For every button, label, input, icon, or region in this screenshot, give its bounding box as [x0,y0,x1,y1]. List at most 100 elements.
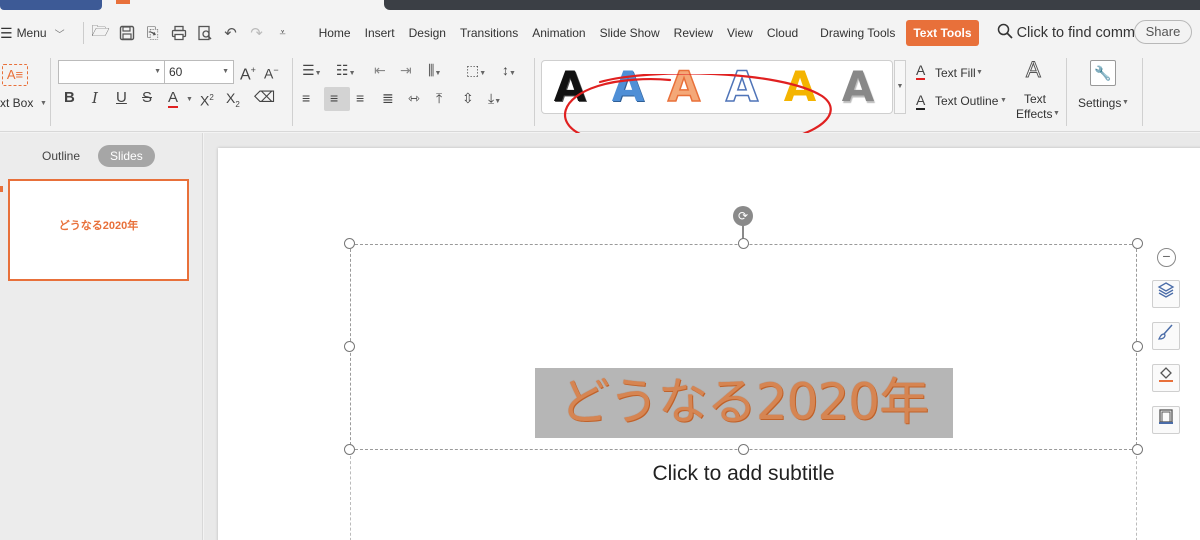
distribute-icon[interactable]: ⇿ [408,90,420,106]
tab-transitions[interactable]: Transitions [453,20,525,46]
slide-thumbnail[interactable]: どうなる2020年 [8,179,189,281]
wrench-icon: 🔧 [1090,60,1116,86]
ribbon-separator [50,58,51,126]
tab-home[interactable]: Home [312,20,358,46]
font-size-select[interactable]: 60 ▼ [164,60,234,84]
justify-icon[interactable]: ≣ [382,90,394,106]
quick-access-toolbar: 🗁 ⎘ ↶ ↷ ⩡ [82,22,292,44]
strikethrough-icon[interactable]: S [142,90,152,106]
font-name-select[interactable]: ▼ [58,60,166,84]
rotate-handle-stem [742,225,744,239]
text-fill-label: Text Fill [935,66,976,80]
columns-icon[interactable]: ⫼▼ [428,62,441,82]
customize-toolbar-icon[interactable]: ⩡ [274,24,292,42]
resize-handle-top-left[interactable] [344,238,355,249]
text-fill-icon: A [916,62,926,80]
grow-font-icon[interactable]: A+ [240,62,256,83]
tab-design[interactable]: Design [402,20,453,46]
tab-drawing-tools[interactable]: Drawing Tools [813,20,902,46]
tab-slide-show[interactable]: Slide Show [593,20,667,46]
tab-review[interactable]: Review [667,20,720,46]
wordart-style-gold[interactable]: A [776,61,824,113]
text-box-label: xt Box [0,96,34,110]
bold-icon[interactable]: B [64,90,75,106]
tab-slides[interactable]: Slides [98,145,155,167]
superscript-icon[interactable]: X2 [200,90,214,109]
text-direction-icon[interactable]: ⬚▼ [466,62,486,82]
wordart-style-orange-outline[interactable]: A [660,61,708,113]
slide-number-marker [0,186,3,192]
wordart-style-gray[interactable]: A [834,61,882,113]
window-title-strip [384,0,1200,10]
redo-icon[interactable]: ↷ [248,24,266,42]
resize-handle-left[interactable] [344,341,355,352]
layers-icon[interactable] [1152,280,1180,308]
collapse-toolbar-icon[interactable]: − [1157,248,1176,267]
resize-handle-top-right[interactable] [1132,238,1143,249]
tab-insert[interactable]: Insert [358,20,402,46]
line-spacing-icon[interactable]: ↕▼ [502,62,516,82]
resize-handle-bottom[interactable] [738,444,749,455]
font-color-icon[interactable]: A [168,90,179,108]
wordart-gallery-expand[interactable]: ▼ [894,60,906,114]
resize-handle-top[interactable] [738,238,749,249]
align-middle-icon[interactable]: ⇳ [462,90,474,106]
undo-icon[interactable]: ↶ [222,24,240,42]
decrease-indent-icon[interactable]: ⇤ [374,62,386,78]
align-center-icon[interactable]: ≡ [330,90,338,106]
chevron-down-icon[interactable]: ▼ [186,96,193,103]
print-icon[interactable] [170,24,188,42]
border-icon[interactable] [1152,406,1180,434]
increase-indent-icon[interactable]: ⇥ [400,62,412,78]
clear-formatting-icon[interactable]: ⌫ [254,90,275,106]
numbering-icon[interactable]: ☷▼ [336,62,356,82]
chevron-down-icon: ▼ [40,100,47,107]
resize-handle-bottom-right[interactable] [1132,444,1143,455]
tab-animation[interactable]: Animation [525,20,592,46]
ribbon-separator [534,58,535,126]
menu-button[interactable]: ☰ Menu ﹀ [0,19,71,47]
italic-icon[interactable]: I [92,90,98,106]
align-right-icon[interactable]: ≡ [356,90,364,106]
brush-icon[interactable] [1152,322,1180,350]
tab-outline[interactable]: Outline [34,145,88,167]
text-effects-label-1: Text [1024,92,1047,106]
wordart-style-white-outline[interactable]: A [718,61,766,113]
hamburger-icon: ☰ [0,24,13,41]
resize-handle-right[interactable] [1132,341,1143,352]
text-effects-icon: A [1026,57,1042,82]
text-outline-icon: A [916,92,926,110]
save-icon[interactable] [118,24,136,42]
search-icon [997,23,1013,44]
align-left-icon[interactable]: ≡ [302,90,310,106]
title-bar [0,0,1200,12]
document-tab[interactable] [0,0,102,10]
chevron-down-icon: ▼ [154,68,161,75]
slide-title[interactable]: どうなる2020年 [535,366,953,438]
chevron-down-icon: ▼ [1122,99,1129,106]
align-bottom-icon[interactable]: ⤓▼ [488,90,501,110]
subscript-icon[interactable]: X2 [226,90,240,113]
slides-panel: Outline Slides どうなる2020年 [0,133,203,540]
wordart-style-blue[interactable]: A [604,61,652,113]
rotate-handle-icon[interactable]: ⟳ [733,206,753,226]
align-top-icon[interactable]: ⤒ [436,90,442,106]
tab-cloud[interactable]: Cloud [760,20,805,46]
ribbon-tabs: Home Insert Design Transitions Animation… [312,20,979,46]
chevron-down-icon: ▼ [1000,97,1007,104]
share-button[interactable]: Share [1134,20,1192,44]
open-folder-icon[interactable]: 🗁 [91,23,110,42]
shrink-font-icon[interactable]: A− [264,62,279,82]
fill-icon[interactable] [1152,364,1180,392]
subtitle-placeholder[interactable]: Click to add subtitle [350,462,1137,486]
wordart-style-black[interactable]: A [546,61,594,113]
format-painter-icon[interactable]: ⎘ [144,24,162,42]
underline-icon[interactable]: U [116,90,127,106]
bullets-icon[interactable]: ☰▼ [302,62,322,82]
menu-label: Menu [16,26,47,40]
resize-handle-bottom-left[interactable] [344,444,355,455]
ribbon-separator [1066,58,1067,126]
print-preview-icon[interactable] [196,24,214,42]
tab-view[interactable]: View [720,20,760,46]
tab-text-tools[interactable]: Text Tools [906,20,979,46]
